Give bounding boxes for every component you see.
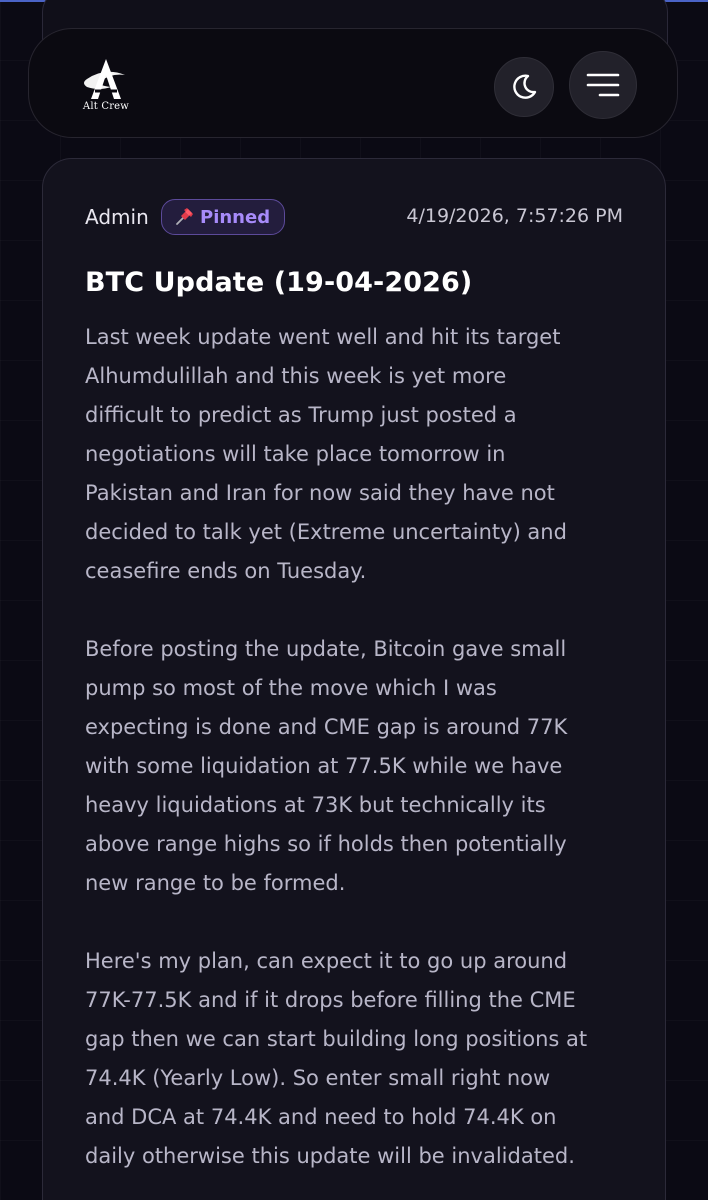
pinned-badge: Pinned — [161, 199, 286, 235]
alt-crew-logo-icon — [84, 59, 125, 99]
logo[interactable]: Alt Crew — [81, 57, 131, 119]
post-card: Admin Pinned 4/19/2026, 7:57:26 PM BTC U… — [42, 158, 666, 1200]
post-title: BTC Update (19-04-2026) — [85, 267, 473, 298]
hamburger-menu-icon — [586, 73, 620, 97]
logo-text: Alt Crew — [82, 101, 130, 112]
pinned-label: Pinned — [200, 206, 271, 228]
pushpin-icon — [176, 208, 193, 225]
post-paragraph: Before posting the update, Bitcoin gave … — [85, 637, 568, 895]
post-timestamp: 4/19/2026, 7:57:26 PM — [406, 205, 623, 227]
post-paragraph: Last week update went well and hit its t… — [85, 325, 567, 583]
post-paragraph: Here's my plan, can expect it to go up a… — [85, 949, 588, 1168]
post-body: Last week update went well and hit its t… — [85, 318, 635, 1200]
post-author: Admin — [85, 205, 149, 229]
menu-button[interactable] — [569, 51, 637, 119]
theme-toggle-button[interactable] — [494, 57, 554, 117]
navbar: Alt Crew — [28, 28, 678, 138]
moon-icon — [513, 74, 537, 99]
page: Alt Crew Admin Pinned 4/19/2026, 7:57:26… — [0, 0, 708, 1200]
